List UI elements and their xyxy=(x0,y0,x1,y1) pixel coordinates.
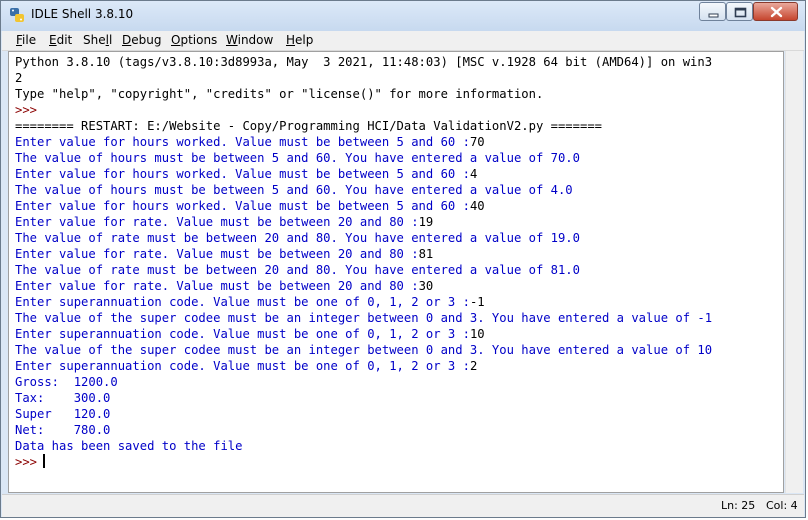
minimize-button[interactable] xyxy=(699,2,726,21)
shell-line: ======== RESTART: E:/Website - Copy/Prog… xyxy=(15,118,783,134)
shell-line: Enter value for rate. Value must be betw… xyxy=(15,246,783,262)
shell-line-text: 2 xyxy=(15,71,23,85)
shell-user-input: 40 xyxy=(469,199,485,213)
shell-user-input: 4 xyxy=(469,167,478,181)
shell-user-input: 10 xyxy=(469,327,485,341)
shell-line-text: Enter superannuation code. Value must be… xyxy=(15,327,470,341)
shell-line-text: The value of hours must be between 5 and… xyxy=(15,151,580,165)
shell-line-text: >>> xyxy=(15,103,45,117)
shell-line: Type "help", "copyright", "credits" or "… xyxy=(15,86,783,102)
shell-line-text: Enter value for rate. Value must be betw… xyxy=(15,247,419,261)
shell-line: Data has been saved to the file xyxy=(15,438,783,454)
shell-line-text: Data has been saved to the file xyxy=(15,439,243,453)
shell-line: Enter superannuation code. Value must be… xyxy=(15,358,783,374)
shell-user-input: 2 xyxy=(469,359,478,373)
shell-line: The value of the super codee must be an … xyxy=(15,310,783,326)
shell-line-text: Tax: 300.0 xyxy=(15,391,111,405)
shell-line: >>> xyxy=(15,454,783,470)
shell-line-text: ======== RESTART: E:/Website - Copy/Prog… xyxy=(15,119,602,133)
shell-line-text: The value of rate must be between 20 and… xyxy=(15,231,580,245)
status-column: Col: 4 xyxy=(766,499,798,512)
idle-shell-window: IDLE Shell 3.8.10 File Edit Shell Debug Opti… xyxy=(0,0,806,518)
shell-line-text: Enter value for rate. Value must be betw… xyxy=(15,279,419,293)
menu-item[interactable]: Help xyxy=(286,33,313,47)
shell-line-text: Enter value for hours worked. Value must… xyxy=(15,199,470,213)
shell-line-text: Enter value for hours worked. Value must… xyxy=(15,167,470,181)
shell-output: Python 3.8.10 (tags/v3.8.10:3d8993a, May… xyxy=(15,54,783,470)
shell-line: The value of hours must be between 5 and… xyxy=(15,150,783,166)
text-cursor xyxy=(43,454,46,468)
menu-item[interactable]: File xyxy=(16,33,36,47)
shell-line: Enter superannuation code. Value must be… xyxy=(15,294,783,310)
shell-line-text: Gross: 1200.0 xyxy=(15,375,118,389)
menu-item[interactable]: Window xyxy=(226,33,273,47)
shell-line-text: The value of the super codee must be an … xyxy=(15,343,713,357)
shell-line-text: Python 3.8.10 (tags/v3.8.10:3d8993a, May… xyxy=(15,55,713,69)
shell-line: Enter superannuation code. Value must be… xyxy=(15,326,783,342)
window-title: IDLE Shell 3.8.10 xyxy=(31,7,134,21)
shell-line-text: Net: 780.0 xyxy=(15,423,111,437)
status-bar: Ln: 25 Col: 4 xyxy=(2,494,804,517)
shell-line-text: Type "help", "copyright", "credits" or "… xyxy=(15,87,544,101)
shell-line: Super 120.0 xyxy=(15,406,783,422)
shell-line: Enter value for hours worked. Value must… xyxy=(15,134,783,150)
shell-user-input: 81 xyxy=(418,247,434,261)
menu-bar: File Edit Shell Debug Options Window Help xyxy=(2,31,804,51)
shell-line-text: Enter superannuation code. Value must be… xyxy=(15,295,470,309)
shell-line: Enter value for rate. Value must be betw… xyxy=(15,278,783,294)
shell-line-text: Super 120.0 xyxy=(15,407,111,421)
shell-user-input: 30 xyxy=(418,279,434,293)
minimize-icon xyxy=(708,13,719,18)
shell-user-input: -1 xyxy=(469,295,485,309)
close-icon xyxy=(770,6,783,18)
shell-line: The value of rate must be between 20 and… xyxy=(15,262,783,278)
shell-line: Enter value for hours worked. Value must… xyxy=(15,198,783,214)
shell-line-text: >>> xyxy=(15,455,38,469)
maximize-icon xyxy=(734,7,747,18)
close-button[interactable] xyxy=(753,2,798,21)
shell-line-text: The value of rate must be between 20 and… xyxy=(15,263,580,277)
maximize-button[interactable] xyxy=(726,2,753,21)
shell-line: Python 3.8.10 (tags/v3.8.10:3d8993a, May… xyxy=(15,54,783,70)
shell-line-text: Enter value for hours worked. Value must… xyxy=(15,135,470,149)
shell-line-text: The value of the super codee must be an … xyxy=(15,311,713,325)
menu-item[interactable]: Options xyxy=(171,33,217,47)
shell-line: Gross: 1200.0 xyxy=(15,374,783,390)
shell-line: Enter value for hours worked. Value must… xyxy=(15,166,783,182)
menu-item[interactable]: Shell xyxy=(83,33,112,47)
menu-item[interactable]: Debug xyxy=(122,33,161,47)
vertical-scrollbar[interactable] xyxy=(785,51,803,493)
status-line: Ln: 25 xyxy=(721,499,756,512)
shell-text-area[interactable]: Python 3.8.10 (tags/v3.8.10:3d8993a, May… xyxy=(8,51,784,493)
shell-line-text: The value of hours must be between 5 and… xyxy=(15,183,573,197)
shell-line: 2 xyxy=(15,70,783,86)
menu-item[interactable]: Edit xyxy=(49,33,72,47)
shell-line: The value of the super codee must be an … xyxy=(15,342,783,358)
shell-user-input: 19 xyxy=(418,215,434,229)
shell-line: >>> xyxy=(15,102,783,118)
shell-line: The value of rate must be between 20 and… xyxy=(15,230,783,246)
python-icon xyxy=(10,8,24,22)
title-bar[interactable]: IDLE Shell 3.8.10 xyxy=(1,1,805,31)
shell-line: Tax: 300.0 xyxy=(15,390,783,406)
shell-line-text: Enter superannuation code. Value must be… xyxy=(15,359,470,373)
shell-user-input: 70 xyxy=(469,135,485,149)
shell-line-text: Enter value for rate. Value must be betw… xyxy=(15,215,419,229)
shell-line: The value of hours must be between 5 and… xyxy=(15,182,783,198)
shell-line: Net: 780.0 xyxy=(15,422,783,438)
shell-line: Enter value for rate. Value must be betw… xyxy=(15,214,783,230)
